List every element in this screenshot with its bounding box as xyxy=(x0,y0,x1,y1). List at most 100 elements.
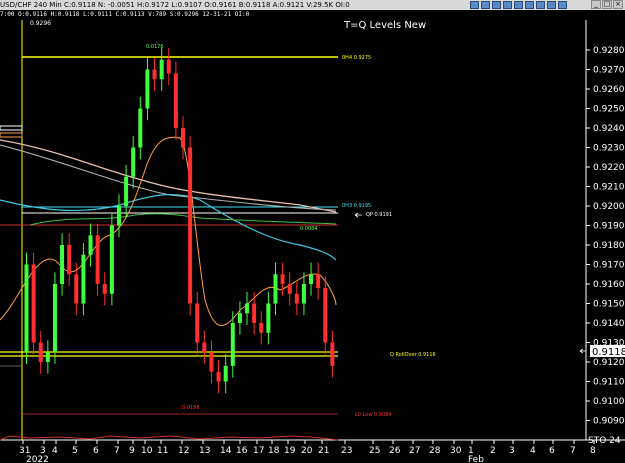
range-annotation-high: 0.0176 xyxy=(146,44,164,50)
date-tick-label: 10 xyxy=(141,446,153,456)
candle-body xyxy=(145,69,150,109)
price-tick-label: 0.9180 xyxy=(593,241,625,251)
candle-body xyxy=(287,284,292,294)
indicator-label: STO 24 xyxy=(588,436,621,446)
candle-body xyxy=(81,254,86,304)
date-tick-label: 6 xyxy=(549,446,555,456)
candle-body xyxy=(252,303,257,323)
candle-body xyxy=(330,342,335,366)
date-tick-label: 11 xyxy=(157,446,168,456)
candle-body xyxy=(316,274,321,288)
ma-orange-line xyxy=(0,136,337,327)
candlestick-series xyxy=(24,48,335,394)
ma-cyan-line xyxy=(0,193,337,261)
year-label: 2022 xyxy=(26,455,49,463)
ma-green-line xyxy=(29,213,337,226)
candle-body xyxy=(266,303,271,333)
candle-body xyxy=(209,352,214,372)
date-tick-label: 7 xyxy=(570,446,576,456)
candle-body xyxy=(116,206,121,226)
date-tick-label: 4 xyxy=(530,446,536,456)
date-tick-label: 16 xyxy=(236,446,248,456)
price-tick-label: 0.9240 xyxy=(593,124,625,134)
candle-body xyxy=(309,274,314,284)
date-tick-label: 30 xyxy=(450,446,462,456)
price-tick-label: 0.9150 xyxy=(593,300,625,310)
level-label-0h3: 0H3 0.9195 xyxy=(342,203,371,209)
date-tick-label: 27 xyxy=(409,446,420,456)
candle-body xyxy=(159,59,164,80)
candle-body xyxy=(195,303,200,343)
date-tick-label: 5 xyxy=(72,446,78,456)
candle-body xyxy=(181,128,185,148)
candle-body xyxy=(301,284,306,304)
level-label-0h4: 0H4 0.9275 xyxy=(342,55,371,61)
price-tick-label: 0.9190 xyxy=(593,222,625,232)
candle-body xyxy=(131,147,136,177)
corner-price-label: 0.9296 xyxy=(30,20,51,27)
level-label-l0-low: L0 Low 0.9084 xyxy=(355,412,392,418)
date-tick-label: 14 xyxy=(220,446,232,456)
candle-body xyxy=(152,69,157,80)
candle-body xyxy=(138,108,143,148)
date-tick-label: 23 xyxy=(341,446,352,456)
candle-body xyxy=(323,287,328,343)
candle-body xyxy=(109,225,114,294)
current-price-arrow-icon xyxy=(579,348,586,354)
date-tick-label: 19 xyxy=(284,446,296,456)
price-tick-label: 0.9230 xyxy=(593,144,625,154)
price-tick-label: 0.9090 xyxy=(593,417,625,427)
stochastic-line xyxy=(0,435,339,441)
candle-body xyxy=(38,342,43,362)
price-tick-label: 0.9170 xyxy=(593,261,625,271)
candle-body xyxy=(88,235,93,255)
candle-body xyxy=(166,59,171,74)
month-label: Feb xyxy=(468,455,484,463)
candle-body xyxy=(173,73,178,128)
date-tick-label: 4 xyxy=(52,446,58,456)
price-tick-label: 0.9200 xyxy=(593,202,625,212)
candle-body xyxy=(67,245,72,275)
prior-level-box-2 xyxy=(0,132,23,138)
level-label-rollover: Q RollOver 0.9116 xyxy=(390,352,436,358)
price-chart[interactable]: 0.9296 T=Q Levels New 0.0176 0.0084 0.01… xyxy=(0,0,625,463)
ma-slow-line xyxy=(0,139,337,213)
date-tick-label: 21 xyxy=(318,446,329,456)
date-tick-label: 26 xyxy=(389,446,401,456)
date-tick-label: 28 xyxy=(429,446,441,456)
candle-body xyxy=(280,274,285,284)
price-tick-label: 0.9250 xyxy=(593,105,625,115)
date-tick-label: 3 xyxy=(509,446,515,456)
current-price-label: 0.9118 xyxy=(592,347,625,358)
price-tick-label: 0.9140 xyxy=(593,319,625,329)
candle-body xyxy=(124,176,129,206)
range-annotation-mid: 0.0084 xyxy=(300,226,318,232)
candle-body xyxy=(45,352,50,362)
date-tick-label: 25 xyxy=(369,446,380,456)
price-tick-label: 0.9110 xyxy=(593,378,625,388)
date-tick-label: 20 xyxy=(301,446,313,456)
date-axis-labels: 31 3 4 5 6 7 9 10 11 12 13 14 16 17 18 19 20 21 23 25 26 27 28… xyxy=(19,440,596,456)
candle-body xyxy=(188,147,193,304)
range-annotation-low: 0.0188 xyxy=(182,405,200,411)
candle-body xyxy=(245,303,250,314)
date-tick-label: 18 xyxy=(268,446,280,456)
price-tick-label: 0.9220 xyxy=(593,163,625,173)
price-tick-label: 0.9260 xyxy=(593,85,625,95)
price-axis-labels: 0.9280 0.9270 0.9260 0.9250 0.9240 0.9230 0.92… xyxy=(586,46,625,427)
ma-grey-line xyxy=(0,144,337,211)
date-tick-label: 2 xyxy=(490,446,496,456)
date-tick-label: 17 xyxy=(253,446,264,456)
candle-body xyxy=(95,235,100,284)
date-tick-label: 12 xyxy=(178,446,189,456)
arrow-left-icon xyxy=(354,212,362,218)
candle-body xyxy=(52,284,57,353)
price-tick-label: 0.9270 xyxy=(593,66,625,76)
candle-body xyxy=(60,245,65,284)
date-tick-label: 13 xyxy=(199,446,210,456)
candle-body xyxy=(237,313,242,323)
candle-body xyxy=(223,365,228,382)
prior-level-box xyxy=(0,125,23,131)
candle-body xyxy=(273,274,278,304)
date-tick-label: 9 xyxy=(129,446,135,456)
